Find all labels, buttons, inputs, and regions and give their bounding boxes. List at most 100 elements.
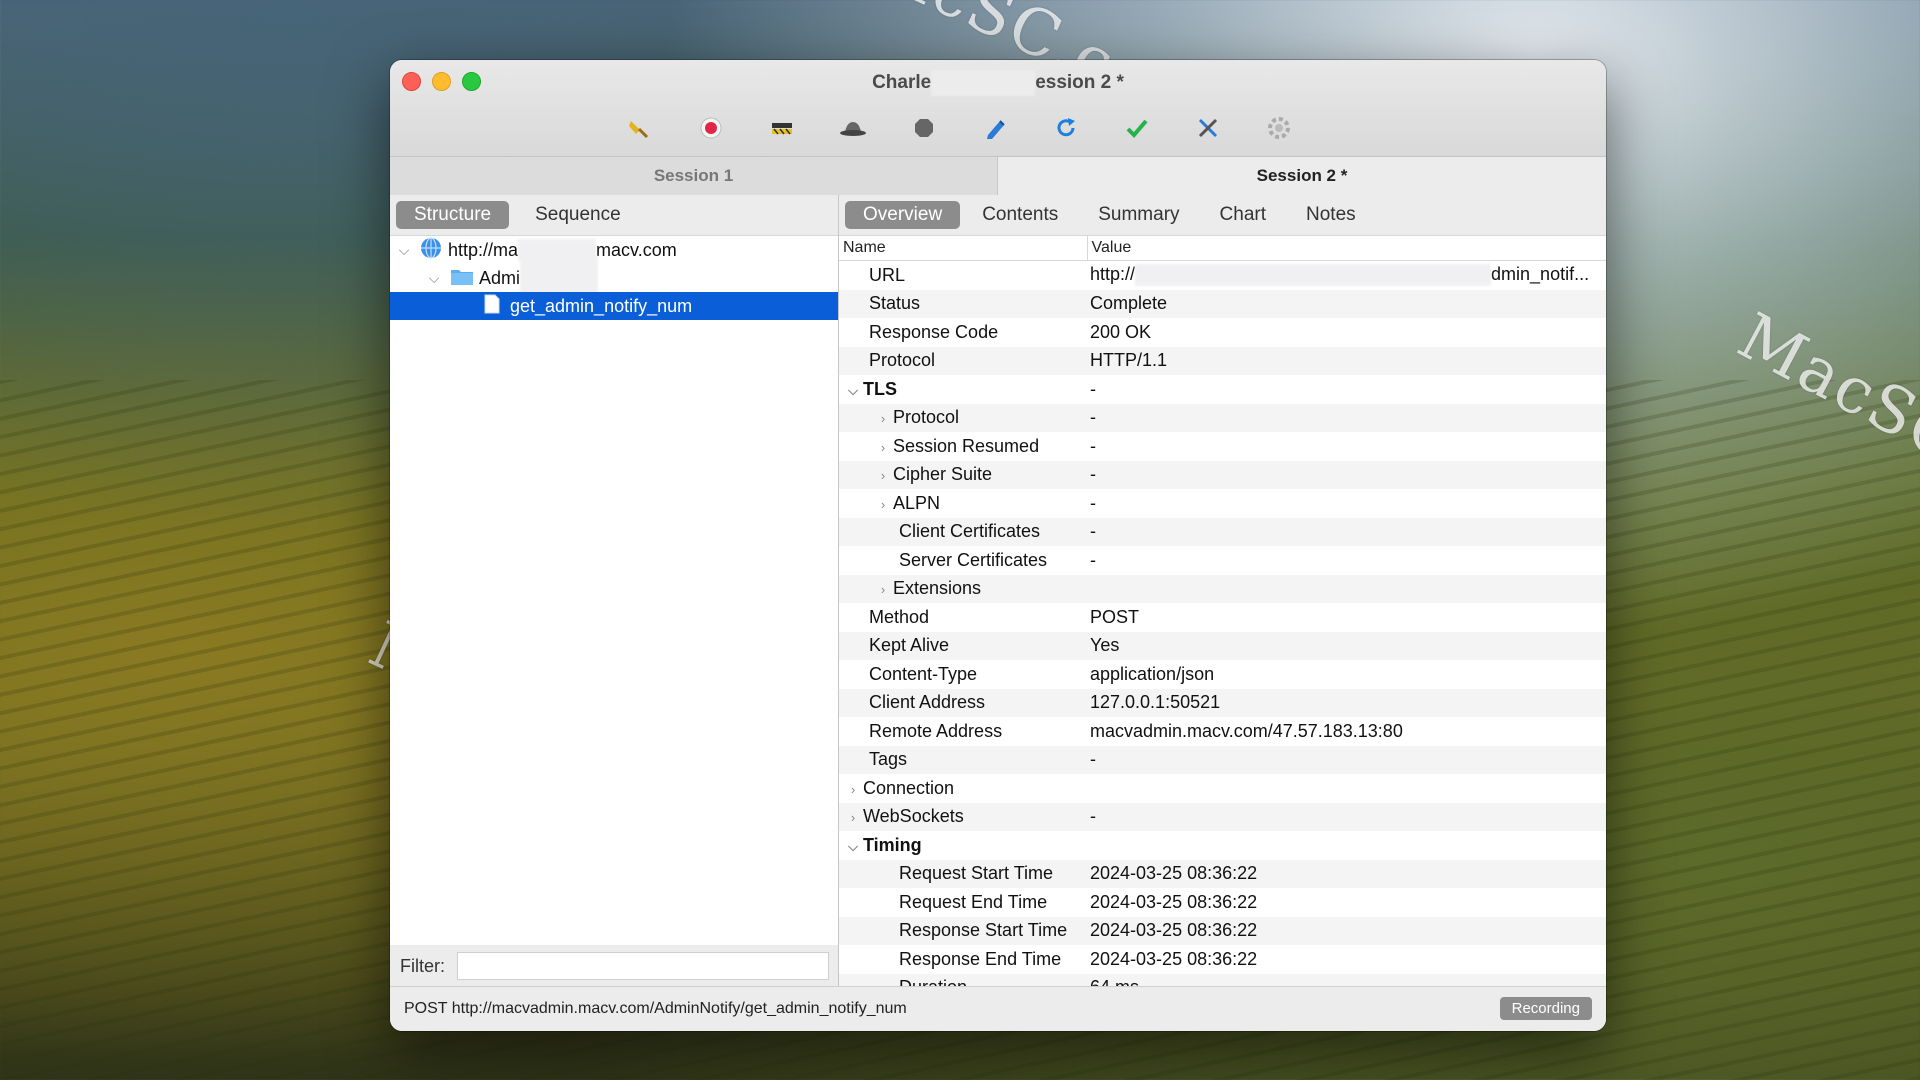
row-label: Connection: [863, 777, 955, 798]
row-value: -: [1087, 460, 1606, 489]
tree-folder-node[interactable]: ⌵ Admi: [390, 256, 838, 306]
record-icon[interactable]: [693, 110, 729, 146]
tab-summary[interactable]: Summary: [1080, 201, 1197, 229]
chevron-down-icon[interactable]: ⌵: [843, 839, 863, 855]
table-row[interactable]: URL http:// dmin_notif...: [839, 261, 1606, 290]
tab-session-1[interactable]: Session 1: [390, 157, 997, 195]
tab-contents[interactable]: Contents: [964, 201, 1076, 229]
tab-structure[interactable]: Structure: [396, 201, 510, 229]
refresh-icon[interactable]: [1048, 110, 1084, 146]
tree-host-node[interactable]: ⌵ http://ma macv.com: [390, 236, 838, 264]
row-name: Duration: [839, 973, 1087, 987]
table-row[interactable]: Content-Type application/json: [839, 660, 1606, 689]
tree-request-node[interactable]: get_admin_notify_num: [390, 292, 838, 320]
table-row[interactable]: › Extensions: [839, 574, 1606, 603]
chevron-right-icon[interactable]: ›: [873, 582, 893, 597]
row-value: -: [1090, 435, 1096, 456]
row-value: -: [1090, 549, 1096, 570]
table-row[interactable]: › WebSockets -: [839, 802, 1606, 831]
row-value: 200 OK: [1090, 321, 1152, 342]
globe-icon: [420, 236, 442, 264]
tab-chart[interactable]: Chart: [1202, 201, 1284, 229]
request-tree: ⌵ http://ma macv.com ⌵ Admi get_admin_no…: [390, 236, 838, 320]
toolbar: [390, 110, 1606, 146]
row-name: Response Code: [869, 321, 999, 342]
chevron-right-icon[interactable]: ›: [843, 810, 863, 825]
table-row[interactable]: Response Code 200 OK: [839, 318, 1606, 347]
filter-input[interactable]: [457, 952, 829, 980]
table-row[interactable]: Tags -: [839, 745, 1606, 774]
table-row[interactable]: Request End Time 2024-03-25 08:36:22: [839, 888, 1606, 917]
row-label: Extensions: [893, 578, 982, 599]
table-row[interactable]: › Connection: [839, 774, 1606, 803]
table-row[interactable]: Client Certificates -: [839, 517, 1606, 546]
tab-sequence[interactable]: Sequence: [517, 201, 639, 229]
tools-icon[interactable]: [1190, 110, 1226, 146]
title-bar: Charle ession 2 *: [390, 60, 1606, 157]
row-name: URL: [869, 264, 906, 285]
table-row[interactable]: Response Start Time 2024-03-25 08:36:22: [839, 916, 1606, 945]
row-value: [1087, 774, 1606, 803]
table-row[interactable]: › Protocol -: [839, 403, 1606, 432]
row-name: Response Start Time: [839, 916, 1087, 945]
tab-notes[interactable]: Notes: [1288, 201, 1374, 229]
table-row[interactable]: Method POST: [839, 603, 1606, 632]
row-value: -: [1087, 802, 1606, 831]
url-redaction: [1135, 264, 1492, 287]
table-row[interactable]: ⌵ TLS -: [839, 375, 1606, 404]
recording-button[interactable]: Recording: [1499, 997, 1592, 1020]
timing-label: Timing: [863, 834, 922, 855]
tab-overview[interactable]: Overview: [845, 201, 961, 229]
row-name: Client Certificates: [839, 517, 1087, 546]
chevron-right-icon[interactable]: ›: [873, 411, 893, 426]
column-header-name[interactable]: Name: [839, 236, 1087, 261]
status-text: POST http://macvadmin.macv.com/AdminNoti…: [404, 1000, 907, 1017]
row-value: -: [1087, 403, 1606, 432]
table-row[interactable]: Request Start Time 2024-03-25 08:36:22: [839, 859, 1606, 888]
row-name: Remote Address: [869, 720, 1003, 741]
row-value: -: [1090, 492, 1096, 513]
table-row[interactable]: Protocol HTTP/1.1: [839, 346, 1606, 375]
column-header-value[interactable]: Value: [1086, 236, 1606, 261]
chevron-down-icon[interactable]: ⌵: [426, 270, 442, 287]
folder-label: Admi: [479, 267, 521, 288]
check-icon[interactable]: [1119, 110, 1155, 146]
row-value: http:// dmin_notif...: [1087, 261, 1606, 290]
table-row[interactable]: Server Certificates -: [839, 546, 1606, 575]
filter-label: Filter:: [400, 955, 445, 976]
row-value: -: [1090, 378, 1096, 399]
overview-table: Name Value URL http:// dmin_notif... Stat…: [839, 236, 1606, 987]
charles-window: Charle ession 2 * Session 1 Session 2 * …: [390, 60, 1606, 1031]
chevron-right-icon[interactable]: ›: [873, 468, 893, 483]
row-label: Session Resumed: [893, 435, 1040, 456]
chevron-right-icon[interactable]: ›: [873, 440, 893, 455]
tab-session-2[interactable]: Session 2 *: [997, 157, 1606, 195]
table-row[interactable]: Client Address 127.0.0.1:50521: [839, 688, 1606, 717]
chevron-down-icon[interactable]: ⌵: [843, 383, 863, 399]
throttle-icon[interactable]: [764, 110, 800, 146]
table-row[interactable]: Status Complete: [839, 289, 1606, 318]
window-title-right: ession 2 *: [1035, 72, 1124, 94]
row-value: 127.0.0.1:50521: [1087, 688, 1606, 717]
row-value: -: [1087, 745, 1606, 774]
table-row[interactable]: › Session Resumed -: [839, 432, 1606, 461]
gear-icon[interactable]: [1261, 110, 1297, 146]
table-row[interactable]: › Cipher Suite -: [839, 460, 1606, 489]
table-row[interactable]: Duration64 ms: [839, 973, 1606, 987]
table-row[interactable]: › ALPN -: [839, 489, 1606, 518]
row-name: › Session Resumed: [839, 432, 1087, 461]
table-row[interactable]: Response End Time 2024-03-25 08:36:22: [839, 945, 1606, 974]
table-row[interactable]: Kept Alive Yes: [839, 631, 1606, 660]
table-row[interactable]: Remote Address macvadmin.macv.com/47.57.1…: [839, 717, 1606, 746]
table-header: Name Value: [839, 236, 1606, 261]
row-name: Response End Time: [899, 948, 1062, 969]
chevron-down-icon[interactable]: ⌵: [396, 242, 412, 259]
chevron-right-icon[interactable]: ›: [843, 782, 863, 797]
table-row[interactable]: ⌵ Timing: [839, 831, 1606, 860]
chevron-right-icon[interactable]: ›: [873, 497, 893, 512]
stop-icon[interactable]: [906, 110, 942, 146]
pen-icon[interactable]: [977, 110, 1013, 146]
broom-icon[interactable]: [622, 110, 658, 146]
row-name: › Connection: [839, 774, 1087, 803]
hat-icon[interactable]: [835, 110, 871, 146]
